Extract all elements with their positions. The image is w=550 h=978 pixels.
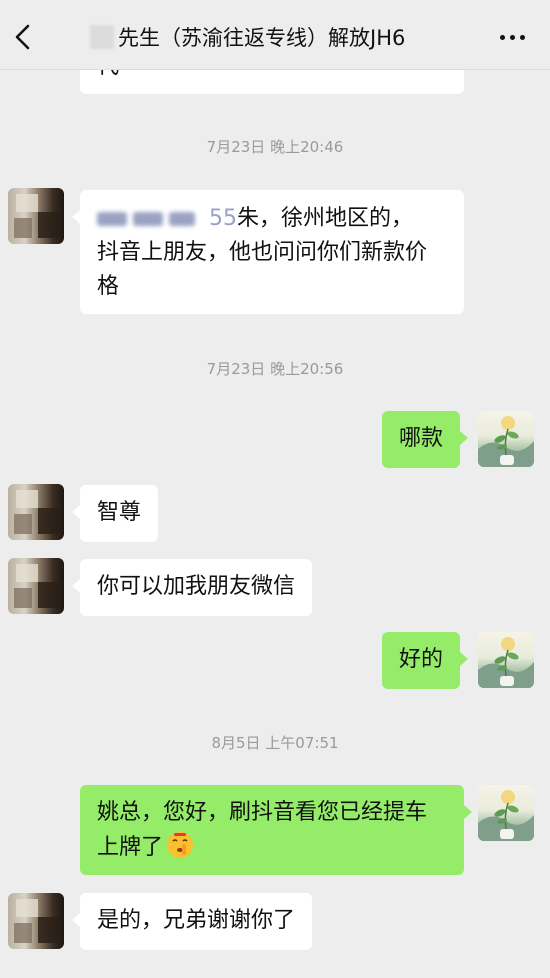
shushing-face-emoji-icon (167, 832, 194, 858)
my-avatar[interactable] (478, 632, 534, 688)
message-text: 你可以加我朋友微信 (97, 574, 296, 599)
message-bubble-incoming[interactable]: 55朱，徐州地区的， 抖音上朋友，他也问问你们新款价 格 (72, 190, 464, 314)
message-text: 好的 (399, 647, 444, 672)
plant-icon (478, 637, 534, 688)
message-bubble-incoming[interactable]: 智尊 (71, 485, 159, 542)
more-dots-icon (499, 34, 505, 40)
message-text: 朱，徐州地区的， (237, 206, 414, 231)
message-text: 姚总，您好，刷抖音看您已经提车 (97, 800, 428, 825)
back-button[interactable] (8, 20, 38, 54)
contact-avatar[interactable] (8, 188, 64, 244)
message-bubble-outgoing[interactable]: 哪款 (382, 411, 469, 468)
timestamp: 7月23日 晚上20:56 (206, 360, 344, 378)
more-button[interactable] (494, 22, 530, 52)
chat-header: 先生（苏渝往返专线）解放JH6 (0, 0, 550, 70)
my-avatar[interactable] (478, 411, 534, 467)
message-text: 上牌了 (97, 835, 164, 860)
message-bubble-incoming[interactable]: 你可以加我朋友微信 (71, 559, 313, 616)
message-bubble-outgoing[interactable]: 姚总，您好，刷抖音看您已经提车 上牌了 (80, 785, 472, 875)
message-bubble-incoming[interactable]: 是的，兄弟谢谢你了 (71, 893, 313, 950)
redacted-name-block (90, 25, 114, 49)
contact-avatar[interactable] (8, 558, 64, 614)
chat-title-area: 先生（苏渝往返专线）解放JH6 (90, 20, 460, 54)
message-text: 是的，兄弟谢谢你了 (97, 908, 296, 933)
message-text: 格 (97, 274, 120, 299)
message-text: 哪款 (399, 426, 444, 451)
contact-avatar[interactable] (8, 484, 64, 540)
redacted-text (97, 212, 127, 226)
message-text: 智尊 (97, 500, 142, 525)
contact-avatar[interactable] (8, 893, 64, 949)
message-bubble-outgoing[interactable]: 好的 (382, 632, 469, 689)
plant-icon (478, 416, 534, 467)
message-text-partial: 55 (209, 206, 237, 231)
message-text: 抖音上朋友，他也问问你们新款价 (97, 240, 428, 265)
chat-title: 先生（苏渝往返专线）解放JH6 (118, 26, 406, 50)
timestamp: 8月5日 上午07:51 (211, 734, 339, 752)
plant-icon (478, 790, 534, 841)
my-avatar[interactable] (478, 785, 534, 841)
chevron-left-icon (15, 24, 30, 50)
timestamp: 7月23日 晚上20:46 (206, 138, 344, 156)
